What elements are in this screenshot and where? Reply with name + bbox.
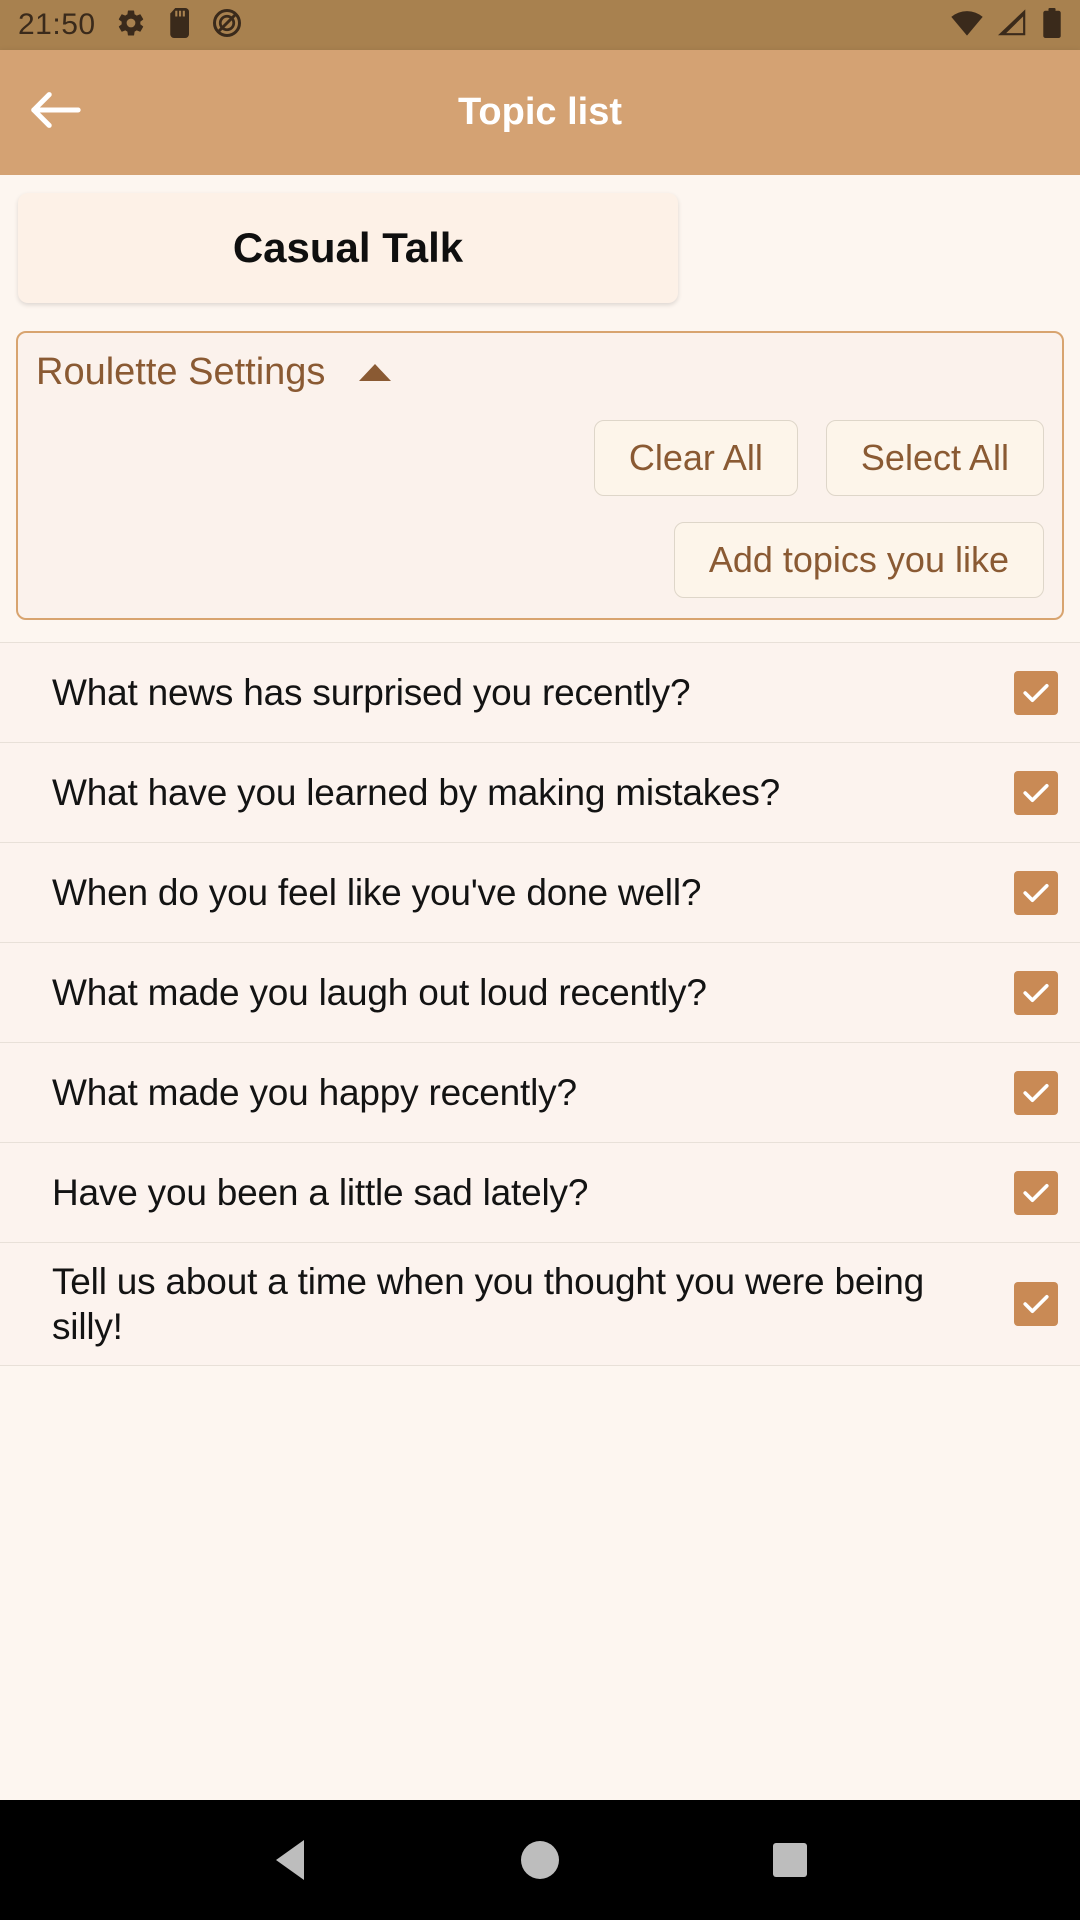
topic-checkbox[interactable] bbox=[1014, 1282, 1058, 1327]
arrow-back-icon bbox=[28, 88, 82, 137]
topic-checkbox[interactable] bbox=[1014, 1170, 1058, 1215]
topic-label: What made you laugh out loud recently? bbox=[52, 971, 707, 1013]
roulette-settings-label: Roulette Settings bbox=[36, 351, 326, 393]
settings-gear-icon bbox=[116, 8, 146, 43]
status-bar-right bbox=[950, 0, 1062, 50]
nav-home-button[interactable] bbox=[415, 1841, 665, 1879]
settings-button-row-top: Clear All Select All bbox=[36, 420, 1044, 496]
topic-label: What have you learned by making mistakes… bbox=[52, 771, 781, 813]
topic-label: Have you been a little sad lately? bbox=[52, 1171, 589, 1213]
battery-full-icon bbox=[1042, 7, 1062, 43]
back-button[interactable] bbox=[0, 50, 110, 175]
nav-back-button[interactable] bbox=[165, 1840, 415, 1880]
table-row[interactable]: Have you been a little sad lately? bbox=[0, 1143, 1080, 1243]
topic-label: Tell us about a time when you thought yo… bbox=[52, 1261, 924, 1348]
cellular-signal-icon bbox=[998, 8, 1028, 42]
nav-recents-button[interactable] bbox=[665, 1843, 915, 1877]
sd-card-icon bbox=[166, 7, 192, 43]
settings-button-row-bottom: Add topics you like bbox=[36, 522, 1044, 598]
page-title: Topic list bbox=[458, 91, 622, 133]
topic-label: When do you feel like you've done well? bbox=[52, 871, 702, 913]
status-bar: 21:50 bbox=[0, 0, 1080, 50]
nav-recents-square-icon bbox=[773, 1843, 807, 1877]
status-bar-left: 21:50 bbox=[18, 7, 242, 43]
nav-back-triangle-icon bbox=[276, 1840, 304, 1880]
do-not-disturb-icon bbox=[212, 8, 242, 43]
caret-up-icon[interactable] bbox=[359, 364, 392, 381]
category-title-card: Casual Talk bbox=[18, 193, 678, 303]
table-row[interactable]: What news has surprised you recently? bbox=[0, 643, 1080, 743]
clear-all-button[interactable]: Clear All bbox=[593, 420, 798, 496]
select-all-button[interactable]: Select All bbox=[825, 420, 1044, 496]
nav-home-circle-icon bbox=[521, 1841, 559, 1879]
roulette-settings-header[interactable]: Roulette Settings bbox=[36, 351, 1044, 394]
table-row[interactable]: Tell us about a time when you thought yo… bbox=[0, 1243, 1080, 1367]
topic-list: What news has surprised you recently? Wh… bbox=[0, 642, 1080, 1367]
app-bar: Topic list bbox=[0, 50, 1080, 175]
table-row[interactable]: When do you feel like you've done well? bbox=[0, 843, 1080, 943]
topic-checkbox[interactable] bbox=[1014, 670, 1058, 715]
roulette-settings-panel: Roulette Settings Clear All Select All A… bbox=[16, 331, 1064, 620]
status-bar-clock: 21:50 bbox=[18, 8, 96, 41]
topic-checkbox[interactable] bbox=[1014, 870, 1058, 915]
table-row[interactable]: What made you laugh out loud recently? bbox=[0, 943, 1080, 1043]
topic-checkbox[interactable] bbox=[1014, 770, 1058, 815]
scroll-content[interactable]: Casual Talk Roulette Settings Clear All … bbox=[0, 175, 1080, 1800]
wifi-icon bbox=[950, 9, 984, 42]
topic-checkbox[interactable] bbox=[1014, 970, 1058, 1015]
category-title-label: Casual Talk bbox=[232, 224, 464, 271]
topic-label: What made you happy recently? bbox=[52, 1071, 577, 1113]
add-topics-button[interactable]: Add topics you like bbox=[673, 522, 1044, 598]
android-navigation-bar bbox=[0, 1800, 1080, 1920]
topic-checkbox[interactable] bbox=[1014, 1070, 1058, 1115]
table-row[interactable]: What made you happy recently? bbox=[0, 1043, 1080, 1143]
topic-label: What news has surprised you recently? bbox=[52, 671, 691, 713]
table-row[interactable]: What have you learned by making mistakes… bbox=[0, 743, 1080, 843]
